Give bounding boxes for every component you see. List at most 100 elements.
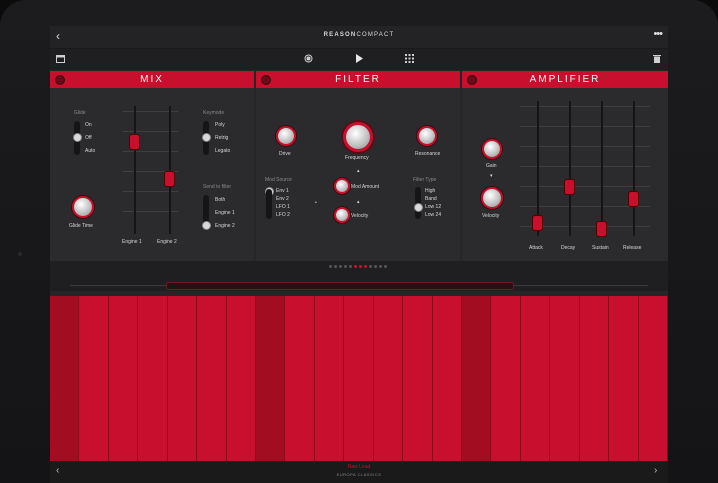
glide-option-on[interactable]: On [85,122,92,128]
play-icon[interactable] [355,54,364,65]
attack-label: Attack [529,245,543,251]
keyboard-scroll-window[interactable] [166,282,514,290]
piano-key[interactable] [344,296,374,461]
adsr-tick [520,166,650,167]
filter-power-led[interactable] [261,75,271,85]
filter-type-high[interactable]: High [425,188,435,194]
adsr-tick [520,186,650,187]
filter-type-low12[interactable]: Low 12 [425,204,441,210]
keymode-option-retrig[interactable]: Retrig [215,135,228,141]
piano-key[interactable] [138,296,168,461]
piano-key[interactable] [491,296,521,461]
mix-power-led[interactable] [55,75,65,85]
attack-fader-handle[interactable] [533,215,542,230]
page-dot[interactable] [329,265,332,268]
resonance-knob[interactable] [419,128,435,144]
piano-key[interactable] [167,296,198,461]
grid-icon[interactable] [405,54,414,65]
bank-name: EUROPA CLASSICS [336,472,382,477]
calendar-icon[interactable] [56,54,65,65]
mix-header: MIX [50,71,254,88]
glide-option-off[interactable]: Off [85,135,92,141]
piano-key[interactable] [197,296,227,461]
page-dot[interactable] [334,265,337,268]
more-dots-icon[interactable]: ••• [653,28,663,40]
filter-type-band[interactable]: Band [425,196,437,202]
title-bar: ‹ REASONCOMPACT ••• [50,26,668,49]
piano-key[interactable] [403,296,433,461]
piano-key[interactable] [256,296,286,461]
release-fader-handle[interactable] [629,191,638,206]
page-dot[interactable] [364,265,367,268]
keymode-option-legato[interactable]: Legato [215,148,230,154]
page-dot[interactable] [344,265,347,268]
gain-knob[interactable] [484,141,500,157]
glide-selector[interactable] [73,133,82,142]
piano-key[interactable] [550,296,580,461]
filter-type-label: Filter Type [413,177,437,183]
frequency-label: Frequency [345,155,369,161]
engine1-fader-handle[interactable] [130,134,139,149]
piano-key[interactable] [638,296,668,461]
decay-label: Decay [561,245,576,251]
drive-knob[interactable] [278,128,294,144]
page-dot[interactable] [339,265,342,268]
send-selector[interactable] [202,221,211,230]
piano-key[interactable] [314,296,345,461]
trash-icon[interactable] [653,54,661,65]
amp-velocity-label: Velocity [482,213,500,219]
keymode-label: Keymode [203,110,225,116]
keyboard[interactable] [50,296,668,461]
keymode-option-poly[interactable]: Poly [215,122,225,128]
velocity-knob[interactable] [336,209,348,221]
filter-type-selector[interactable] [414,203,423,212]
piano-key[interactable] [108,296,139,461]
mod-amount-knob[interactable] [336,180,348,192]
piano-key[interactable] [373,296,404,461]
page-dot[interactable] [349,265,352,268]
release-fader-track [633,101,635,236]
piano-key[interactable] [50,296,80,461]
page-dot[interactable] [354,265,357,268]
send-option-engine1[interactable]: Engine 1 [215,210,235,216]
engine1-fader-track [134,106,136,234]
decay-fader-handle[interactable] [565,179,574,194]
mod-source-switch-track [266,189,272,219]
page-dot[interactable] [359,265,362,268]
piano-key[interactable] [579,296,610,461]
filter-type-low24[interactable]: Low 24 [425,212,441,218]
patch-name[interactable]: Raw Lead [50,464,668,470]
resonance-label: Resonance [415,151,441,157]
engine2-fader-handle[interactable] [165,172,174,187]
piano-key[interactable] [79,296,109,461]
mod-source-env2[interactable]: Env 2 [276,196,289,202]
mod-source-env1[interactable]: Env 1 [276,188,289,194]
send-option-engine2[interactable]: Engine 2 [215,223,235,229]
piano-key[interactable] [520,296,551,461]
piano-key[interactable] [432,296,462,461]
page-dot[interactable] [369,265,372,268]
amp-velocity-knob[interactable] [483,189,501,207]
record-icon[interactable] [304,54,313,65]
mod-source-lfo1[interactable]: LFO 1 [276,204,290,210]
sustain-fader-handle[interactable] [597,222,606,236]
amplifier-title: AMPLIFIER [529,74,601,85]
glide-option-auto[interactable]: Auto [85,148,95,154]
page-dot[interactable] [384,265,387,268]
keymode-selector[interactable] [202,133,211,142]
piano-key[interactable] [285,296,315,461]
amplifier-power-led[interactable] [467,75,477,85]
decay-fader-track [569,101,571,236]
chevron-right-icon[interactable]: › [654,465,657,476]
adsr-tick [520,126,650,127]
page-dot[interactable] [374,265,377,268]
piano-key[interactable] [609,296,639,461]
glide-time-knob[interactable] [74,198,92,216]
mod-source-lfo2[interactable]: LFO 2 [276,212,290,218]
page-dot[interactable] [379,265,382,268]
piano-key[interactable] [462,296,492,461]
amplifier-panel: AMPLIFIER Gain ▾ Velocity Attack Decay S… [462,71,668,261]
piano-key[interactable] [226,296,256,461]
frequency-knob[interactable] [346,125,370,149]
send-option-both[interactable]: Both [215,197,225,203]
